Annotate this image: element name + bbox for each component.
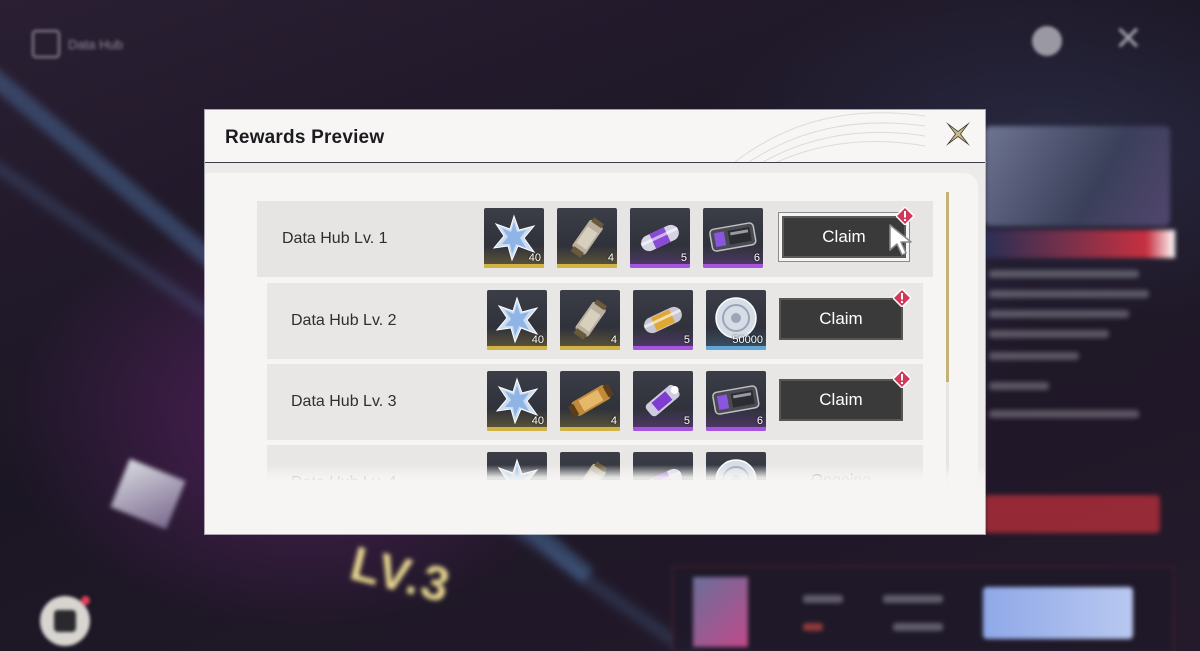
home-icon <box>32 30 60 58</box>
item-quantity: 40 <box>531 415 544 427</box>
item-quantity: 50000 <box>732 334 763 346</box>
rarity-bar <box>703 264 763 268</box>
reward-item[interactable]: 4 <box>557 208 617 268</box>
bg-info-icon[interactable] <box>1032 26 1062 56</box>
reward-item[interactable]: 5 <box>630 208 690 268</box>
rarity-bar <box>633 427 693 431</box>
reward-item[interactable]: 4 <box>560 371 620 431</box>
bg-progress-panel <box>672 566 1174 651</box>
rarity-bar <box>630 264 690 268</box>
bg-text-line <box>989 290 1149 298</box>
bg-side-panel <box>985 120 1175 540</box>
bg-confirm-button[interactable] <box>983 587 1133 639</box>
reward-row: Data Hub Lv. 3 40 4 5 6 Claim <box>267 364 923 440</box>
bg-text-line <box>989 410 1139 418</box>
bg-text-line <box>803 623 823 631</box>
item-quantity: 4 <box>610 334 617 346</box>
bg-text-line <box>989 330 1109 338</box>
reward-item[interactable]: 40 <box>487 371 547 431</box>
bg-text-line <box>989 270 1139 278</box>
rarity-bar <box>484 264 544 268</box>
avatar[interactable] <box>40 596 90 646</box>
bg-text-line <box>989 310 1129 318</box>
notification-dot <box>81 596 90 605</box>
item-quantity: 4 <box>610 415 617 427</box>
item-quantity: 4 <box>607 252 614 264</box>
rarity-bar <box>560 346 620 350</box>
reward-item[interactable]: 4 <box>560 290 620 350</box>
reward-item[interactable]: 6 <box>703 208 763 268</box>
item-quantity: 6 <box>756 415 763 427</box>
item-quantity: 6 <box>753 252 760 264</box>
rarity-bar <box>560 427 620 431</box>
reward-item[interactable]: 5 <box>633 290 693 350</box>
bg-card-thumbnail <box>693 577 748 647</box>
avatar-icon <box>54 610 76 632</box>
scrollbar-thumb[interactable] <box>946 192 949 382</box>
mouse-cursor-icon <box>889 224 912 256</box>
bg-action-button[interactable] <box>985 495 1160 533</box>
bg-breadcrumb[interactable]: Data Hub <box>32 30 123 58</box>
bg-side-image <box>985 126 1170 226</box>
rarity-bar <box>487 346 547 350</box>
item-quantity: 5 <box>683 334 690 346</box>
rewards-list[interactable]: Data Hub Lv. 1 40 4 5 6 Claim Data Hub Lv. 2 40… <box>257 201 947 480</box>
rewards-preview-dialog: Rewards Preview Data Hub Lv. 1 40 4 5 6 Claim… <box>205 110 985 534</box>
dialog-title: Rewards Preview <box>225 127 385 148</box>
list-fade-overlay <box>205 465 985 534</box>
close-icon <box>946 122 970 146</box>
reward-item[interactable]: 50000 <box>706 290 766 350</box>
bg-text-line <box>803 595 843 603</box>
rarity-bar <box>706 427 766 431</box>
bg-text-line <box>883 595 943 603</box>
rarity-bar <box>487 427 547 431</box>
bg-side-banner <box>985 230 1175 258</box>
bg-text-line <box>989 352 1079 360</box>
item-quantity: 40 <box>531 334 544 346</box>
claim-button[interactable]: Claim <box>779 379 903 421</box>
reward-row: Data Hub Lv. 1 40 4 5 6 Claim <box>257 201 933 277</box>
item-quantity: 5 <box>683 415 690 427</box>
reward-row: Data Hub Lv. 2 40 4 5 50000 Claim <box>267 283 923 359</box>
bg-breadcrumb-label: Data Hub <box>68 36 123 52</box>
reward-item[interactable]: 5 <box>633 371 693 431</box>
dialog-header: Rewards Preview <box>205 110 985 163</box>
reward-level-label: Data Hub Lv. 1 <box>282 230 388 247</box>
alert-icon <box>891 368 913 390</box>
reward-item[interactable]: 40 <box>484 208 544 268</box>
claim-button[interactable]: Claim <box>779 298 903 340</box>
reward-level-label: Data Hub Lv. 3 <box>291 393 397 410</box>
item-quantity: 40 <box>528 252 541 264</box>
bg-text-line <box>989 382 1049 390</box>
reward-level-label: Data Hub Lv. 2 <box>291 312 397 329</box>
reward-item[interactable]: 40 <box>487 290 547 350</box>
bg-text-line <box>893 623 943 631</box>
header-decoration <box>734 112 925 162</box>
bg-level-text: LV.3 <box>345 537 457 614</box>
close-button[interactable] <box>938 114 978 154</box>
bg-close-icon[interactable]: ✕ <box>1114 22 1143 56</box>
rarity-bar <box>706 346 766 350</box>
rarity-bar <box>633 346 693 350</box>
reward-item[interactable]: 6 <box>706 371 766 431</box>
rarity-bar <box>557 264 617 268</box>
item-quantity: 5 <box>680 252 687 264</box>
bg-floating-card <box>110 458 186 530</box>
alert-icon <box>891 287 913 309</box>
